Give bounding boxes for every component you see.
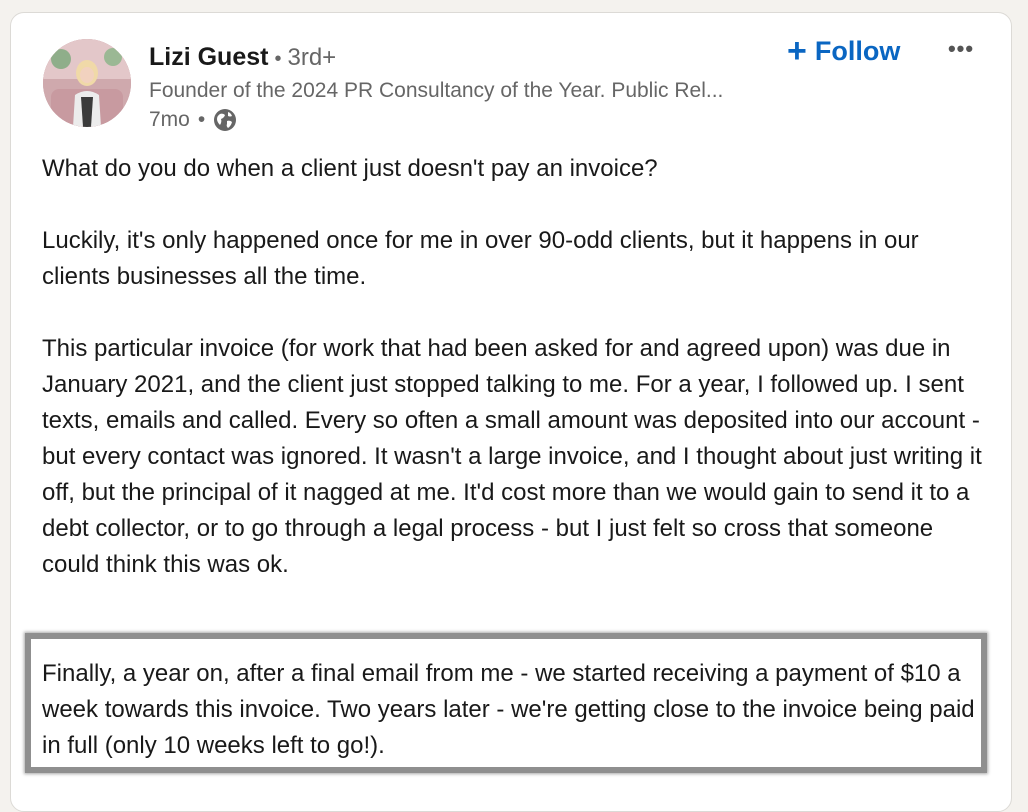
- author-avatar[interactable]: [43, 39, 131, 127]
- plus-icon: +: [787, 32, 807, 70]
- post-paragraph: Luckily, it's only happened once for me …: [42, 227, 919, 290]
- more-options-icon[interactable]: •••: [945, 35, 977, 63]
- post-card: Lizi Guest • 3rd+ Founder of the 2024 PR C…: [10, 12, 1012, 812]
- connection-degree: 3rd+: [287, 44, 337, 71]
- post-paragraph: What do you do when a client just doesn'…: [42, 155, 658, 182]
- post-time: 7mo: [149, 108, 190, 131]
- bullet-separator: •: [274, 48, 282, 70]
- meta-separator: •: [197, 108, 206, 131]
- post-body: What do you do when a client just doesn'…: [42, 151, 982, 583]
- follow-label: Follow: [814, 35, 901, 66]
- highlighted-paragraph: Finally, a year on, after a final email …: [42, 660, 975, 759]
- globe-icon: [213, 108, 237, 132]
- author-name-line: Lizi Guest • 3rd+: [149, 41, 336, 75]
- post-paragraph: This particular invoice (for work that h…: [42, 335, 982, 578]
- follow-button[interactable]: + Follow: [787, 33, 900, 69]
- avatar-image: [43, 39, 131, 127]
- post-meta: 7mo •: [149, 106, 237, 134]
- author-headline[interactable]: Founder of the 2024 PR Consultancy of th…: [149, 77, 723, 105]
- author-name[interactable]: Lizi Guest: [149, 43, 268, 71]
